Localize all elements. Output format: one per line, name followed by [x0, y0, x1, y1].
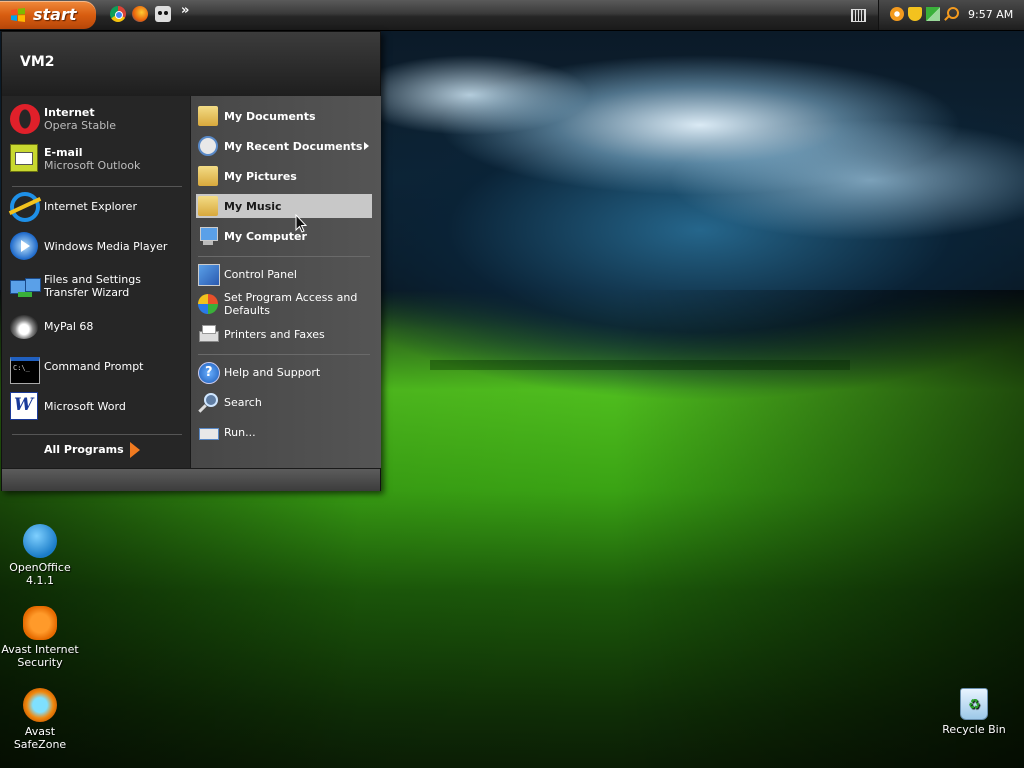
place-item-my-pictures[interactable]: My Pictures [196, 164, 372, 188]
search-icon[interactable] [944, 7, 959, 21]
system-item-help-support[interactable]: ? Help and Support [196, 360, 372, 384]
recent-item-microsoft-word[interactable]: W Microsoft Word [8, 390, 186, 426]
system-item-run[interactable]: Run... [196, 420, 372, 444]
desktop-icon-label: Avast SafeZone [13, 725, 67, 751]
all-programs-label: All Programs [44, 443, 124, 456]
desktop-icon-label: Avast Internet Security [1, 643, 79, 669]
network-icon[interactable] [926, 7, 940, 21]
place-item-my-music[interactable]: My Music [196, 194, 372, 218]
desktop-icon-label: Recycle Bin [942, 723, 1006, 736]
place-item-label: My Documents [224, 110, 316, 123]
recycle-bin-icon: ♻ [960, 688, 988, 720]
recent-item-transfer-wizard[interactable]: Files and Settings Transfer Wizard [8, 270, 186, 306]
search-icon [198, 392, 218, 413]
folder-icon [198, 166, 218, 186]
pinned-item-title: Internet [44, 106, 95, 119]
desktop-icon-avast-internet-security[interactable]: Avast Internet Security [0, 606, 80, 669]
pinned-item-email[interactable]: E-mail Microsoft Outlook [8, 142, 186, 178]
separator [198, 354, 370, 355]
system-item-label: Search [224, 396, 262, 409]
system-item-label: Run... [224, 426, 256, 439]
place-item-my-computer[interactable]: My Computer [196, 224, 372, 248]
word-icon: W [10, 392, 38, 420]
windows-flag-icon [11, 8, 25, 22]
settings-item-label: Control Panel [224, 268, 297, 281]
settings-item-label: Printers and Faxes [224, 328, 325, 341]
shield-icon[interactable] [908, 7, 922, 21]
run-icon [198, 422, 219, 442]
all-programs-arrow-icon [130, 442, 140, 458]
user-name: VM2 [20, 54, 55, 70]
pinned-item-title: E-mail [44, 146, 83, 159]
printer-icon [198, 324, 219, 344]
transfer-wizard-icon [10, 272, 41, 302]
settings-item-program-access[interactable]: Set Program Access and Defaults [196, 291, 372, 317]
separator [12, 186, 182, 187]
recent-item-label: Microsoft Word [44, 400, 126, 413]
media-player-icon [10, 232, 38, 260]
keyboard-icon[interactable] [851, 9, 866, 22]
start-button[interactable]: start [0, 1, 96, 29]
place-item-label: My Pictures [224, 170, 297, 183]
ie-icon [8, 192, 42, 222]
start-menu-footer [2, 468, 380, 491]
cmd-icon: C:\_ [10, 357, 40, 384]
recent-item-label: Windows Media Player [44, 240, 168, 253]
firefox-icon[interactable] [132, 6, 148, 22]
place-item-label: My Music [224, 200, 282, 213]
place-item-my-recent-documents[interactable]: My Recent Documents [196, 134, 372, 158]
avast-icon[interactable] [890, 7, 904, 21]
recent-item-label: Command Prompt [44, 360, 144, 373]
outlook-icon [10, 144, 38, 172]
separator [12, 434, 182, 435]
recent-item-command-prompt[interactable]: C:\_ Command Prompt [8, 350, 186, 386]
pinned-item-subtitle: Microsoft Outlook [44, 159, 141, 172]
settings-item-printers-faxes[interactable]: Printers and Faxes [196, 322, 372, 346]
start-menu-header: VM2 [2, 32, 380, 96]
place-item-my-documents[interactable]: My Documents [196, 104, 372, 128]
chrome-icon[interactable] [110, 6, 126, 22]
recent-item-mypal[interactable]: MyPal 68 [8, 310, 186, 346]
system-item-label: Help and Support [224, 366, 321, 379]
recent-docs-icon [198, 136, 218, 156]
submenu-arrow-icon [364, 142, 369, 150]
recent-item-internet-explorer[interactable]: Internet Explorer [8, 190, 186, 226]
desktop-icon-avast-safezone[interactable]: Avast SafeZone [0, 688, 80, 751]
folder-icon [198, 106, 218, 126]
recent-item-label: MyPal 68 [44, 320, 94, 333]
recent-item-label: Files and Settings Transfer Wizard [44, 273, 141, 299]
taskbar-clock[interactable]: 9:57 AM [968, 8, 1013, 21]
safezone-icon [23, 688, 57, 722]
eye-icon[interactable] [155, 6, 171, 22]
help-icon: ? [198, 362, 220, 384]
pinned-item-subtitle: Opera Stable [44, 119, 117, 132]
pinned-item-internet[interactable]: Internet Opera Stable [8, 102, 186, 138]
desktop-icon-openoffice[interactable]: OpenOffice 4.1.1 [0, 524, 80, 587]
computer-icon [198, 226, 218, 246]
wallpaper-window-shadow [430, 360, 850, 590]
toolbar-overflow-chevron-icon[interactable]: » [181, 3, 189, 18]
mypal-icon [10, 315, 38, 339]
recent-item-label: Internet Explorer [44, 200, 137, 213]
recent-item-windows-media-player[interactable]: Windows Media Player [8, 230, 186, 266]
separator [198, 256, 370, 257]
taskbar: start » 9:57 AM [0, 0, 1024, 31]
openoffice-icon [23, 524, 57, 558]
mouse-cursor-icon [295, 214, 307, 233]
place-item-label: My Recent Documents [224, 140, 363, 153]
program-access-icon [198, 294, 218, 314]
desktop-icon-label: OpenOffice 4.1.1 [9, 561, 71, 587]
folder-icon [198, 196, 218, 216]
settings-item-control-panel[interactable]: Control Panel [196, 262, 372, 286]
control-panel-icon [198, 264, 220, 286]
avast-icon [23, 606, 57, 640]
start-label: start [33, 5, 77, 24]
desktop-icon-recycle-bin[interactable]: ♻ Recycle Bin [934, 688, 1014, 736]
opera-icon [10, 104, 40, 134]
system-item-search[interactable]: Search [196, 390, 372, 414]
settings-item-label: Set Program Access and Defaults [224, 291, 358, 317]
